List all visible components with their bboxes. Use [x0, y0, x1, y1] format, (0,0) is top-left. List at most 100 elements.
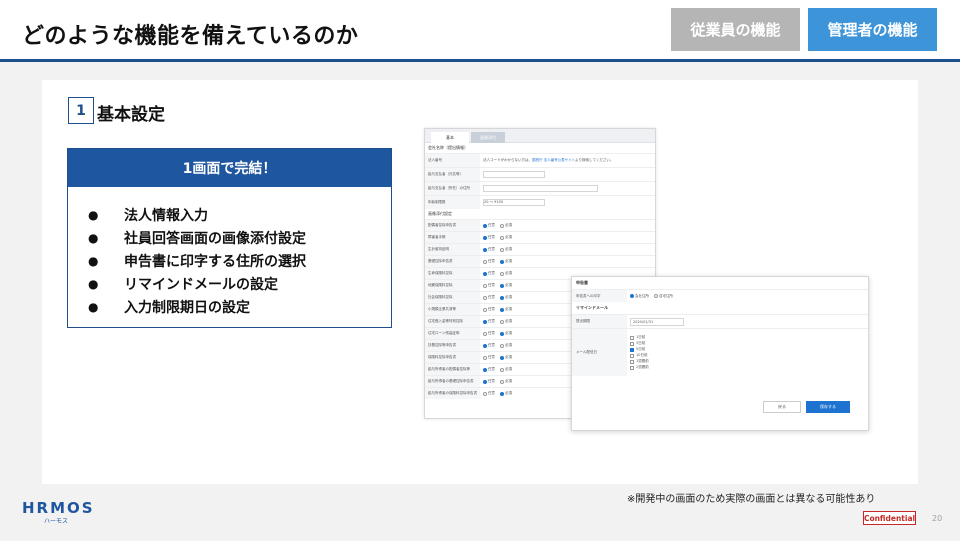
- radio-optional[interactable]: 任意: [483, 319, 495, 324]
- employee-features-tab[interactable]: 従業員の機能: [671, 8, 800, 51]
- radio-icon: [500, 295, 504, 300]
- radio-label: 任意: [488, 247, 495, 251]
- feature-list: ● 法人情報入力 ● 社員回答画面の画像添付設定 ● 申告書に印字する住所の選択 ● リ…: [68, 187, 391, 318]
- radio-optional[interactable]: 任意: [483, 391, 495, 396]
- form-row: 申告書への印字 会社住所 自宅住所: [572, 289, 868, 302]
- radio-icon: [654, 294, 658, 298]
- image-setting-label: 社会保険料控除: [425, 292, 480, 303]
- radio-required[interactable]: 必須: [500, 295, 512, 300]
- radio-required[interactable]: 必須: [500, 343, 512, 348]
- payer-address-input[interactable]: [483, 185, 598, 192]
- age-limit-input[interactable]: 20 〜 9100: [483, 199, 545, 206]
- radio-label: 任意: [488, 271, 495, 275]
- radio-company-address[interactable]: 会社住所: [630, 294, 649, 299]
- radio-label: 必須: [505, 367, 512, 371]
- radio-optional[interactable]: 任意: [483, 379, 495, 384]
- radio-optional[interactable]: 任意: [483, 355, 495, 360]
- image-setting-options: 任意 必須: [480, 232, 655, 243]
- remind-section-title: リマインドメール: [576, 305, 608, 310]
- radio-optional[interactable]: 任意: [483, 247, 495, 252]
- checkbox-icon: [630, 353, 634, 358]
- radio-required[interactable]: 必須: [500, 379, 512, 384]
- radio-optional[interactable]: 任意: [483, 283, 495, 288]
- radio-optional[interactable]: 任意: [483, 235, 495, 240]
- radio-icon: [483, 283, 487, 288]
- radio-required[interactable]: 必須: [500, 391, 512, 396]
- hrmos-logo: HRMOS ハーモス: [22, 499, 95, 525]
- radio-optional[interactable]: 任意: [483, 295, 495, 300]
- radio-required[interactable]: 必須: [500, 283, 512, 288]
- checkbox-label: 5日前: [636, 347, 646, 351]
- tab-image-attach[interactable]: 画像添付: [471, 132, 505, 143]
- checkbox-label: 3日前: [636, 341, 646, 345]
- tab-basic[interactable]: 基本: [431, 132, 469, 143]
- radio-icon: [500, 343, 504, 348]
- radio-label: 必須: [505, 331, 512, 335]
- feature-item-label: 法人情報入力: [124, 207, 208, 224]
- radio-icon: [483, 271, 487, 276]
- feature-item-label: 社員回答画面の画像添付設定: [124, 230, 306, 247]
- list-item: ● 法人情報入力: [88, 203, 391, 226]
- admin-features-tab[interactable]: 管理者の機能: [808, 8, 937, 51]
- radio-optional[interactable]: 任意: [483, 223, 495, 228]
- radio-optional[interactable]: 任意: [483, 331, 495, 336]
- image-section-title: 画像添付設定: [428, 211, 452, 216]
- checkbox-icon: [630, 365, 634, 370]
- list-item: ● リマインドメールの設定: [88, 272, 391, 295]
- radio-optional[interactable]: 任意: [483, 367, 495, 372]
- radio-icon: [483, 343, 487, 348]
- image-setting-row: 基礎控除申告書 任意 必須: [425, 255, 655, 267]
- form-row-label: 給与支払者（所在）の住所: [425, 182, 480, 195]
- list-item: ● 申告書に印字する住所の選択: [88, 249, 391, 272]
- form-row-value: 1日前 3日前 5日前 10日前 1週間前 2週間前: [627, 329, 868, 376]
- corp-number-hint: 法人コードがわからない方は、: [483, 158, 532, 162]
- logo-text: HRMOS: [22, 499, 95, 517]
- payer-name-input[interactable]: [483, 171, 545, 178]
- radio-required[interactable]: 必須: [500, 331, 512, 336]
- reminder-settings-screenshot: 申告書 申告書への印字 会社住所 自宅住所 リマインドメール 提出期限 2020…: [571, 276, 869, 431]
- radio-optional[interactable]: 任意: [483, 271, 495, 276]
- radio-required[interactable]: 必須: [500, 271, 512, 276]
- save-button[interactable]: 保存する: [806, 401, 850, 413]
- radio-required[interactable]: 必須: [500, 259, 512, 264]
- checkbox-2-week[interactable]: 2週間前: [630, 365, 649, 371]
- radio-required[interactable]: 必須: [500, 235, 512, 240]
- radio-icon: [483, 235, 487, 240]
- image-setting-label: 給与所得者の保険料控除申告書: [425, 388, 480, 399]
- image-setting-row: 配偶者控除申告書 任意 必須: [425, 219, 655, 231]
- radio-icon: [483, 367, 487, 372]
- radio-icon: [500, 283, 504, 288]
- image-setting-label: 基礎控除申告書: [425, 256, 480, 267]
- form-row-value: [480, 182, 655, 195]
- corp-number-link[interactable]: 国税庁 法人番号公表サイト: [532, 158, 575, 163]
- bullet-icon: ●: [88, 253, 99, 268]
- image-setting-label: 配偶者控除申告書: [425, 220, 480, 231]
- radio-optional[interactable]: 任意: [483, 343, 495, 348]
- form-row: 法人番号 法人コードがわからない方は、 国税庁 法人番号公表サイト より検索してくだ…: [425, 153, 655, 167]
- deadline-date-input[interactable]: 2020/01/31: [630, 317, 684, 326]
- radio-label: 必須: [505, 391, 512, 395]
- image-setting-options: 任意 必須: [480, 256, 655, 267]
- radio-label: 任意: [488, 391, 495, 395]
- settings-tab-bar: 基本 画像添付: [425, 129, 655, 143]
- radio-required[interactable]: 必須: [500, 319, 512, 324]
- radio-label: 自宅住所: [659, 293, 673, 298]
- logo-subtext: ハーモス: [44, 518, 69, 525]
- radio-required[interactable]: 必須: [500, 367, 512, 372]
- radio-home-address[interactable]: 自宅住所: [654, 294, 673, 299]
- radio-optional[interactable]: 任意: [483, 307, 495, 312]
- checkbox-icon: [630, 347, 634, 352]
- image-setting-row: 生計維持証明 任意 必須: [425, 243, 655, 255]
- radio-required[interactable]: 必須: [500, 247, 512, 252]
- section-title: 基本設定: [97, 105, 165, 125]
- checkbox-label: 1日前: [636, 335, 646, 339]
- back-button[interactable]: 戻る: [763, 401, 801, 413]
- radio-label: 必須: [505, 223, 512, 227]
- checkbox-icon: [630, 341, 634, 346]
- radio-required[interactable]: 必須: [500, 223, 512, 228]
- radio-required[interactable]: 必須: [500, 355, 512, 360]
- form-row-label: 年齢制限数: [425, 196, 480, 209]
- confidential-stamp: Confidential: [863, 511, 916, 525]
- radio-optional[interactable]: 任意: [483, 259, 495, 264]
- radio-required[interactable]: 必須: [500, 307, 512, 312]
